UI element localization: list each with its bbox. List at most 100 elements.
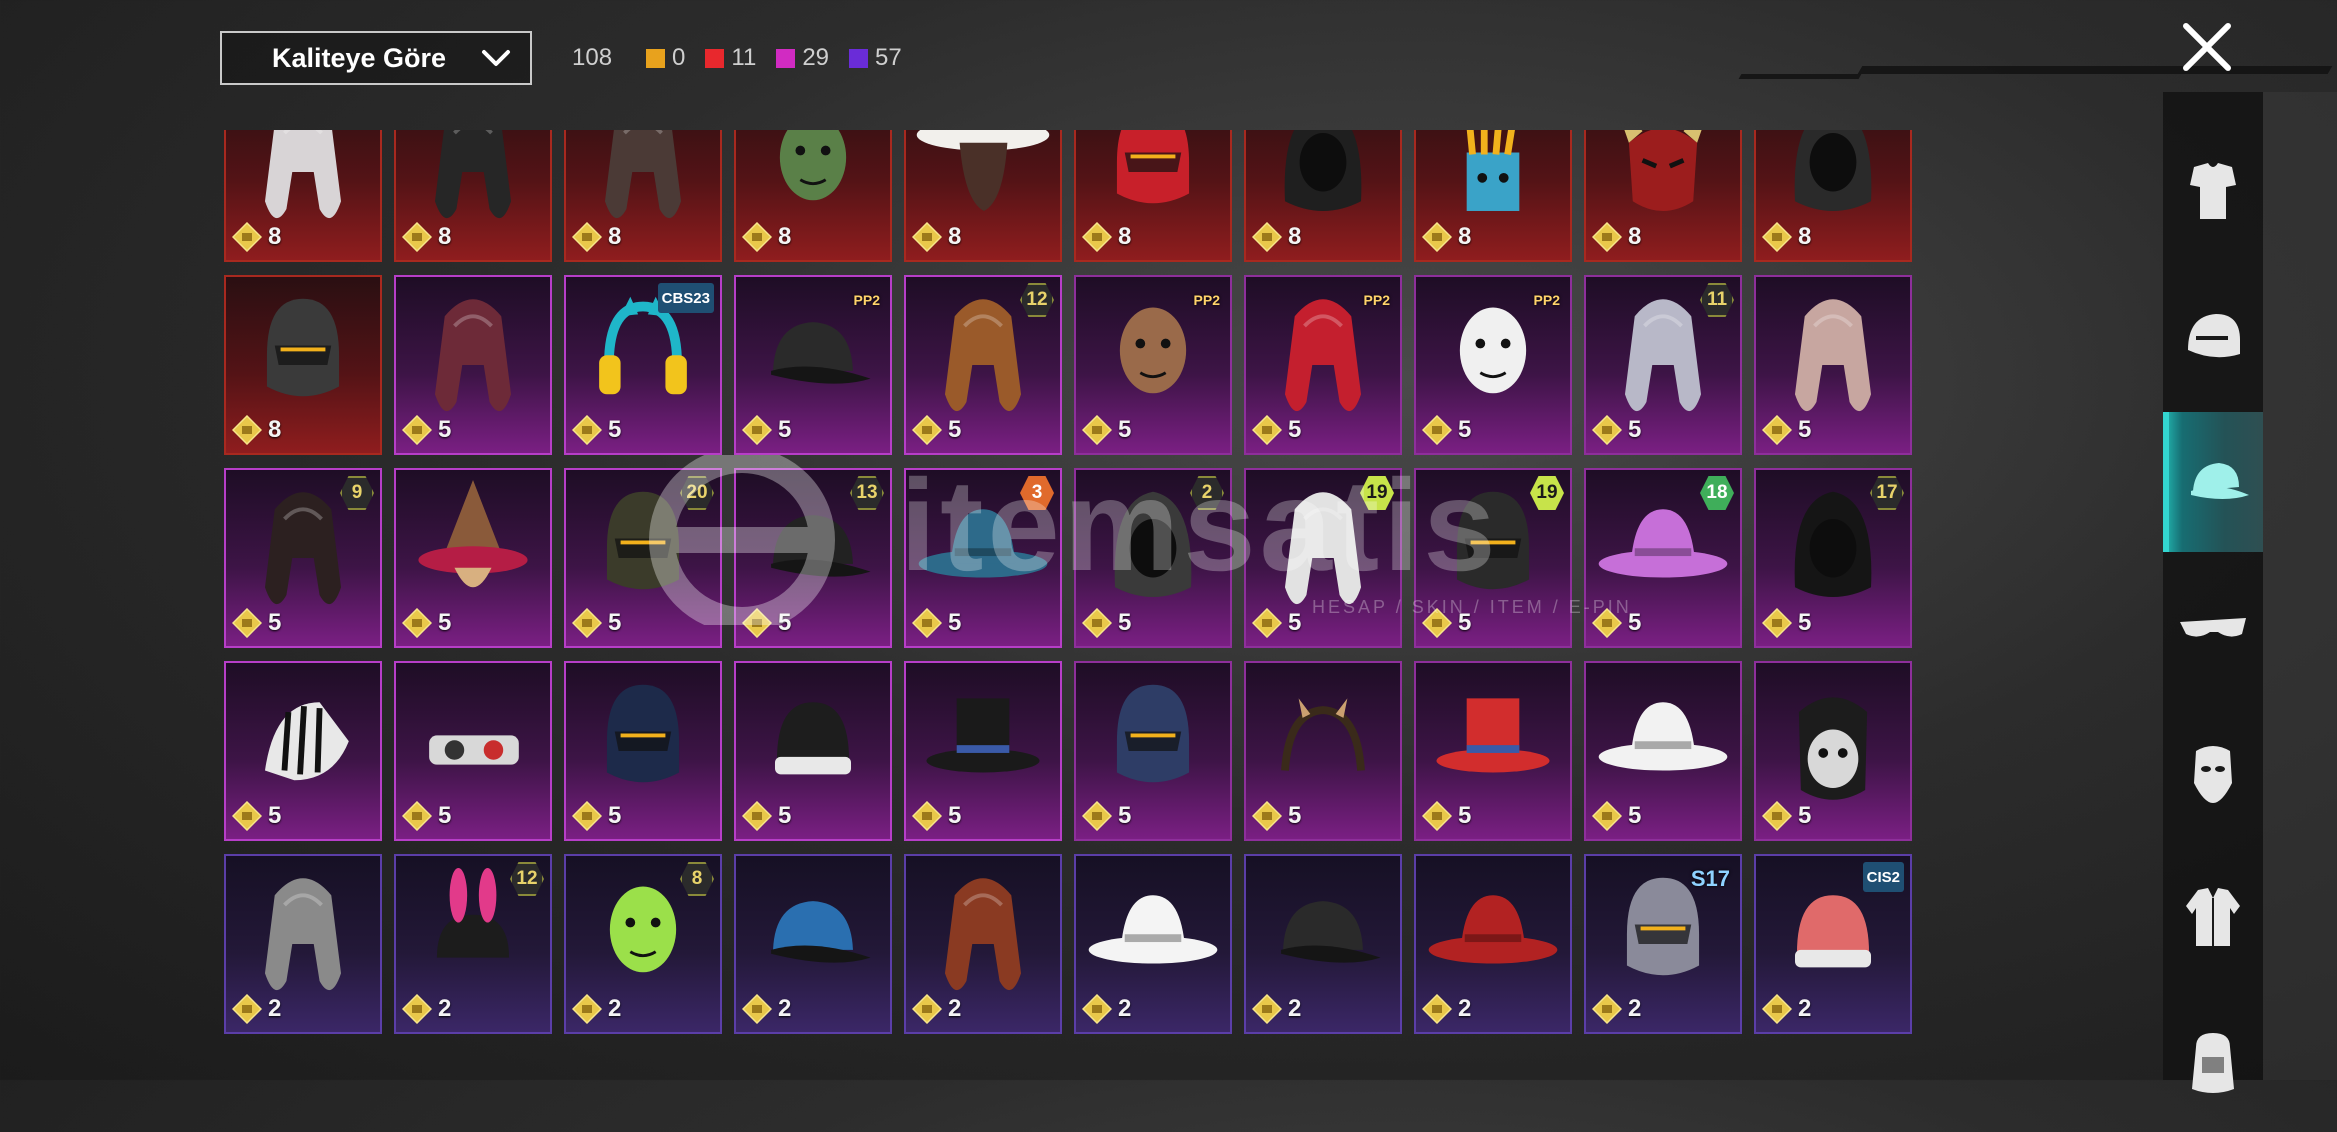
sidebar-category-bag[interactable] <box>2163 992 2263 1132</box>
inventory-item[interactable]: 19 5 <box>1244 468 1402 648</box>
close-icon[interactable] <box>2178 18 2236 76</box>
inventory-item[interactable]: 20 5 <box>564 468 722 648</box>
item-cost: 8 <box>1252 222 1301 252</box>
sidebar-category-helmet[interactable] <box>2163 267 2263 407</box>
coupon-diamond-icon <box>742 415 772 445</box>
item-cost: 2 <box>572 994 621 1024</box>
item-cost: 2 <box>742 994 791 1024</box>
item-cost-value: 5 <box>438 416 452 443</box>
item-cost-value: 8 <box>268 223 282 250</box>
item-cost-value: 5 <box>608 802 622 829</box>
sidebar-category-mask[interactable] <box>2163 702 2263 842</box>
inventory-item[interactable]: 5 <box>904 661 1062 841</box>
item-cost: 8 <box>232 415 281 445</box>
item-cost: 5 <box>742 801 791 831</box>
inventory-item[interactable]: 2 <box>1074 854 1232 1034</box>
inventory-item[interactable]: 8 <box>734 130 892 262</box>
sidebar-category-outfit[interactable] <box>2163 122 2263 262</box>
inventory-item[interactable]: S17 2 <box>1584 854 1742 1034</box>
inventory-item[interactable]: 2 <box>224 854 382 1034</box>
inventory-item[interactable]: 2 <box>734 854 892 1034</box>
sort-dropdown[interactable]: Kaliteye Göre <box>220 31 532 85</box>
inventory-item[interactable]: 2 5 <box>1074 468 1232 648</box>
inventory-item[interactable]: 19 5 <box>1414 468 1572 648</box>
item-cost-value: 2 <box>268 995 282 1022</box>
inventory-item[interactable]: 8 <box>564 130 722 262</box>
sidebar-category-glasses[interactable] <box>2163 557 2263 697</box>
inventory-grid: 8 8 8 8 8 8 8 8 8 8 8 5 CBS23 5 PP2 5 12… <box>224 130 1912 1034</box>
inventory-item[interactable]: 8 <box>904 130 1062 262</box>
coupon-diamond-icon <box>912 801 942 831</box>
coupon-diamond-icon <box>232 222 262 252</box>
inventory-item[interactable]: 5 <box>1244 661 1402 841</box>
item-cost-value: 2 <box>1458 995 1472 1022</box>
item-cost: 5 <box>1082 801 1131 831</box>
inventory-item[interactable]: 3 5 <box>904 468 1062 648</box>
item-cost-value: 5 <box>1288 609 1302 636</box>
coupon-diamond-icon <box>1762 994 1792 1024</box>
coupon-diamond-icon <box>1422 801 1452 831</box>
inventory-item[interactable]: CBS23 5 <box>564 275 722 455</box>
decor-streak <box>1738 74 1862 79</box>
inventory-item[interactable]: PP2 5 <box>1244 275 1402 455</box>
inventory-item[interactable]: 17 5 <box>1754 468 1912 648</box>
item-cost: 5 <box>912 801 961 831</box>
inventory-item[interactable]: 5 <box>564 661 722 841</box>
inventory-item[interactable]: 8 <box>1584 130 1742 262</box>
item-cost: 5 <box>402 801 451 831</box>
item-cost-value: 2 <box>948 995 962 1022</box>
inventory-item[interactable]: 13 5 <box>734 468 892 648</box>
item-cost-value: 5 <box>608 609 622 636</box>
sidebar-category-cap[interactable] <box>2163 412 2263 552</box>
inventory-item[interactable]: 5 <box>394 275 552 455</box>
item-cost-value: 5 <box>268 802 282 829</box>
inventory-item[interactable]: 8 2 <box>564 854 722 1034</box>
inventory-item[interactable]: 12 5 <box>904 275 1062 455</box>
item-cost-value: 2 <box>438 995 452 1022</box>
sidebar-strip <box>2263 92 2337 1080</box>
count-legendary-value: 0 <box>672 44 686 71</box>
inventory-item[interactable]: 5 <box>1754 275 1912 455</box>
inventory-item[interactable]: 8 <box>394 130 552 262</box>
inventory-item[interactable]: 5 <box>394 468 552 648</box>
inventory-item[interactable]: 8 <box>1074 130 1232 262</box>
inventory-item[interactable]: PP2 5 <box>734 275 892 455</box>
inventory-item[interactable]: 8 <box>1754 130 1912 262</box>
inventory-item[interactable]: 8 <box>224 130 382 262</box>
inventory-item[interactable]: 12 2 <box>394 854 552 1034</box>
item-cost-value: 8 <box>1628 223 1642 250</box>
inventory-item[interactable]: 5 <box>734 661 892 841</box>
inventory-item[interactable]: 8 <box>1244 130 1402 262</box>
inventory-item[interactable]: 5 <box>1584 661 1742 841</box>
item-cost-value: 2 <box>778 995 792 1022</box>
inventory-item[interactable]: 5 <box>394 661 552 841</box>
inventory-item[interactable]: CIS2 2 <box>1754 854 1912 1034</box>
inventory-item[interactable]: 5 <box>1414 661 1572 841</box>
inventory-item[interactable]: 9 5 <box>224 468 382 648</box>
inventory-item[interactable]: 18 5 <box>1584 468 1742 648</box>
item-cost-value: 5 <box>948 609 962 636</box>
item-cost-value: 5 <box>1628 802 1642 829</box>
item-cost: 8 <box>1422 222 1471 252</box>
coupon-diamond-icon <box>1082 608 1112 638</box>
inventory-item[interactable]: 2 <box>1244 854 1402 1034</box>
inventory-item[interactable]: 5 <box>1074 661 1232 841</box>
item-cost-value: 5 <box>1118 609 1132 636</box>
item-cost-value: 2 <box>1288 995 1302 1022</box>
item-cost-value: 5 <box>1798 416 1812 443</box>
inventory-item[interactable]: 8 <box>224 275 382 455</box>
inventory-item[interactable]: 2 <box>904 854 1062 1034</box>
inventory-item[interactable]: 5 <box>1754 661 1912 841</box>
jacket-icon <box>2186 888 2240 946</box>
item-cost: 8 <box>1762 222 1811 252</box>
sidebar-category-jacket[interactable] <box>2163 847 2263 987</box>
inventory-item[interactable]: 2 <box>1414 854 1572 1034</box>
inventory-item[interactable]: 5 <box>224 661 382 841</box>
inventory-item[interactable]: 11 5 <box>1584 275 1742 455</box>
inventory-item[interactable]: PP2 5 <box>1414 275 1572 455</box>
item-cost-value: 8 <box>1118 223 1132 250</box>
inventory-grid-viewport[interactable]: 8 8 8 8 8 8 8 8 8 8 8 5 CBS23 5 PP2 5 12… <box>224 130 1912 1035</box>
inventory-item[interactable]: 8 <box>1414 130 1572 262</box>
inventory-item[interactable]: PP2 5 <box>1074 275 1232 455</box>
item-cost: 5 <box>402 415 451 445</box>
